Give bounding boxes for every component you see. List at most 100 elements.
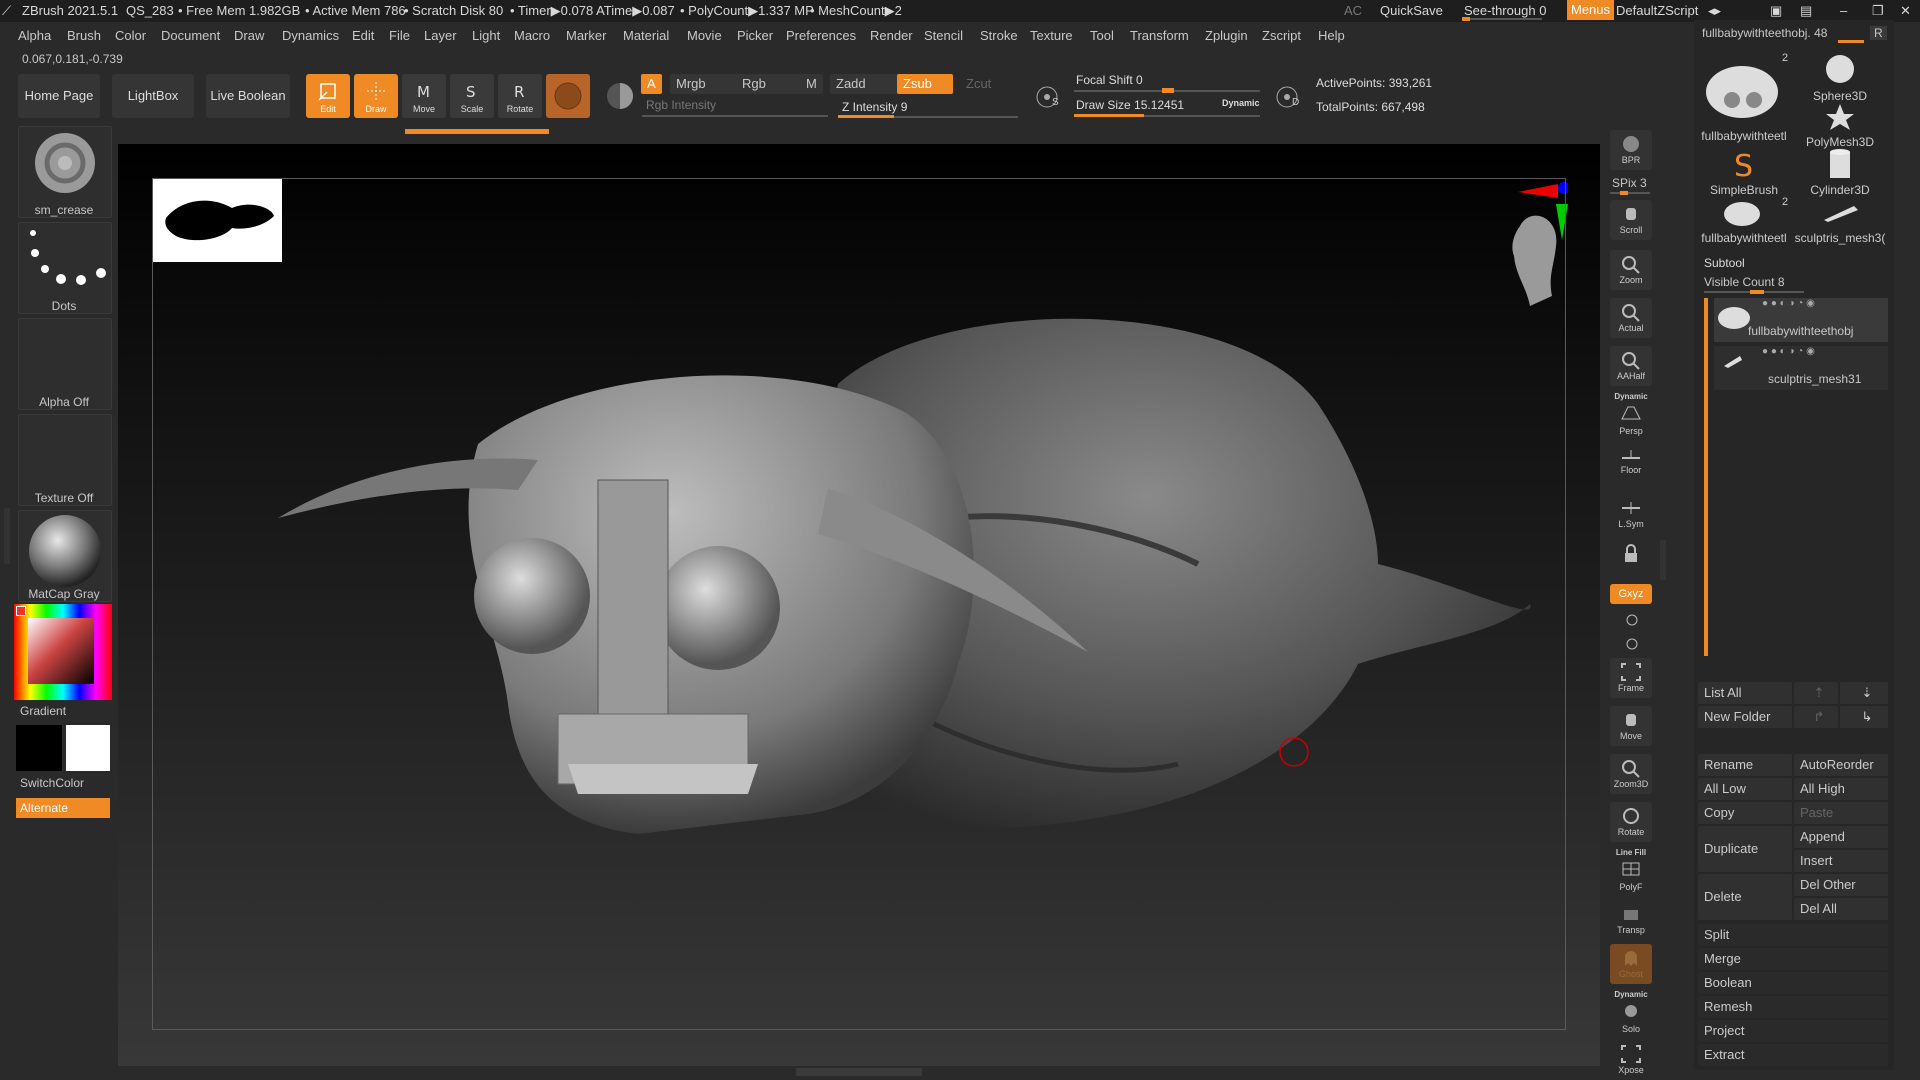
move-view-button[interactable]: Move [1610, 706, 1652, 746]
folder-redo-icon[interactable]: ↱ [1794, 706, 1838, 728]
split-menu[interactable]: Split [1698, 924, 1888, 946]
menu-edit[interactable]: Edit [352, 28, 374, 43]
layout-arrows-icon[interactable]: ◂▸ [1708, 3, 1721, 19]
menu-marker[interactable]: Marker [566, 28, 606, 43]
zadd-toggle[interactable]: Zadd [830, 74, 902, 94]
r-button[interactable]: R [1870, 26, 1887, 40]
ghost-button[interactable]: Ghost [1610, 944, 1652, 984]
menu-draw[interactable]: Draw [234, 28, 264, 43]
a-toggle[interactable]: A [641, 74, 662, 94]
menu-macro[interactable]: Macro [514, 28, 550, 43]
tool-thumb-fullbaby[interactable]: 2 fullbabywithteetl [1698, 52, 1790, 143]
home-page-button[interactable]: Home Page [18, 74, 100, 118]
menu-zplugin[interactable]: Zplugin [1205, 28, 1248, 43]
close-icon[interactable]: ✕ [1900, 3, 1911, 19]
copy-button[interactable]: Copy [1698, 802, 1792, 824]
subtool-item[interactable]: ● ● ◐ ◑ ◔ ◉ sculptris_mesh31 [1714, 346, 1888, 390]
folder-into-icon[interactable]: ↳ [1840, 706, 1888, 728]
secondary-color-swatch[interactable] [66, 725, 110, 771]
project-menu[interactable]: Project [1698, 1020, 1888, 1042]
rotate-y-icon[interactable] [1622, 610, 1642, 630]
menu-zscript[interactable]: Zscript [1262, 28, 1301, 43]
menu-help[interactable]: Help [1318, 28, 1345, 43]
see-through-slider[interactable]: See-through 0 [1464, 3, 1546, 18]
edit-button[interactable]: Edit [306, 74, 350, 118]
menu-layer[interactable]: Layer [424, 28, 457, 43]
color-selector-marker[interactable] [16, 606, 26, 616]
right-collapse-handle[interactable] [1660, 540, 1666, 580]
actual-button[interactable]: Actual [1610, 298, 1652, 338]
menus-button[interactable]: Menus [1567, 0, 1615, 20]
dynamic-toggle[interactable]: Dynamic [1222, 98, 1260, 108]
restore-icon[interactable]: ❐ [1872, 3, 1884, 19]
material-sphere-button[interactable] [546, 74, 590, 118]
all-low-button[interactable]: All Low [1698, 778, 1792, 800]
bpr-button[interactable]: BPR [1610, 130, 1652, 170]
paste-button[interactable]: Paste [1794, 802, 1888, 824]
menu-document[interactable]: Document [161, 28, 220, 43]
m-toggle[interactable]: M [800, 74, 823, 94]
move-button[interactable]: M Move [402, 74, 446, 118]
stroke-s-icon[interactable]: S [1032, 82, 1062, 112]
insert-button[interactable]: Insert [1794, 850, 1888, 872]
primary-color-swatch[interactable] [16, 725, 62, 771]
subtool-visibility-2-icon[interactable]: ● ● ◐ ◑ ◔ ◉ [1762, 346, 1815, 357]
focal-shift-slider[interactable]: Focal Shift 0 [1076, 73, 1143, 87]
lock-button[interactable] [1610, 540, 1652, 580]
minimize-icon[interactable]: – [1840, 3, 1847, 18]
menu-movie[interactable]: Movie [687, 28, 722, 43]
color-sphere-button[interactable] [598, 74, 642, 118]
subtool-scrollbar[interactable] [1704, 298, 1708, 656]
all-high-button[interactable]: All High [1794, 778, 1888, 800]
aahalf-button[interactable]: AAHalf [1610, 346, 1652, 386]
menu-dynamics[interactable]: Dynamics [282, 28, 339, 43]
persp-button[interactable]: Dynamic Persp [1610, 392, 1652, 436]
extract-menu[interactable]: Extract [1698, 1044, 1888, 1066]
tool-thumb-simplebrush[interactable]: S SimpleBrush [1698, 148, 1790, 197]
draw-button[interactable]: Draw [354, 74, 398, 118]
default-zscript-button[interactable]: DefaultZScript [1616, 3, 1698, 18]
rgb-intensity-slider[interactable]: Rgb Intensity [646, 98, 716, 112]
transp-button[interactable]: Transp [1610, 900, 1652, 940]
menu-picker[interactable]: Picker [737, 28, 773, 43]
tool-thumb-cylinder3d[interactable]: Cylinder3D [1794, 148, 1886, 197]
tool-thumb-sculptris[interactable]: sculptris_mesh3( [1794, 196, 1886, 245]
tool-thumb-polymesh3d[interactable]: PolyMesh3D [1794, 102, 1886, 149]
menu-file[interactable]: File [389, 28, 410, 43]
window-layout-2-icon[interactable]: ▤ [1800, 3, 1812, 19]
lightbox-button[interactable]: LightBox [112, 74, 194, 118]
del-all-button[interactable]: Del All [1794, 898, 1888, 920]
draw-size-slider[interactable]: Draw Size 15.12451 [1076, 98, 1184, 112]
menu-stencil[interactable]: Stencil [924, 28, 963, 43]
tool-slider-knob[interactable] [1838, 40, 1864, 43]
lsym-button[interactable]: L.Sym [1610, 494, 1652, 534]
menu-stroke[interactable]: Stroke [980, 28, 1018, 43]
mrgb-toggle[interactable]: Mrgb [670, 74, 746, 94]
subtool-title[interactable]: Subtool [1704, 256, 1745, 270]
floor-button[interactable]: Floor [1610, 440, 1652, 480]
solo-button[interactable]: Dynamic Solo [1610, 990, 1652, 1034]
autoreorder-button[interactable]: AutoReorder [1794, 754, 1888, 776]
tool-thumb-fullbaby-2[interactable]: 2 fullbabywithteetl [1698, 196, 1790, 245]
move-up-icon[interactable]: ⇡ [1794, 682, 1838, 704]
menu-color[interactable]: Color [115, 28, 146, 43]
quicksave-button[interactable]: QuickSave [1380, 3, 1443, 18]
xyz-toggle[interactable]: Gxyz [1610, 584, 1652, 604]
menu-preferences[interactable]: Preferences [786, 28, 856, 43]
menu-alpha[interactable]: Alpha [18, 28, 51, 43]
rotate-button[interactable]: R Rotate [498, 74, 542, 118]
polyf-button[interactable]: Line Fill PolyF [1610, 848, 1652, 892]
merge-menu[interactable]: Merge [1698, 948, 1888, 970]
move-down-icon[interactable]: ⇣ [1840, 682, 1888, 704]
spix-knob[interactable] [1620, 191, 1628, 195]
bottom-collapse-handle[interactable] [796, 1068, 922, 1076]
subtool-item-selected[interactable]: ● ● ◐ ◑ ◔ ◉ fullbabywithteethobj [1714, 298, 1888, 342]
new-folder-button[interactable]: New Folder [1698, 706, 1792, 728]
rename-button[interactable]: Rename [1698, 754, 1792, 776]
z-intensity-slider[interactable]: Z Intensity 9 [842, 100, 907, 114]
menu-tool[interactable]: Tool [1090, 28, 1114, 43]
menu-light[interactable]: Light [472, 28, 500, 43]
menu-material[interactable]: Material [623, 28, 669, 43]
zcut-toggle[interactable]: Zcut [960, 74, 997, 94]
del-other-button[interactable]: Del Other [1794, 874, 1888, 896]
